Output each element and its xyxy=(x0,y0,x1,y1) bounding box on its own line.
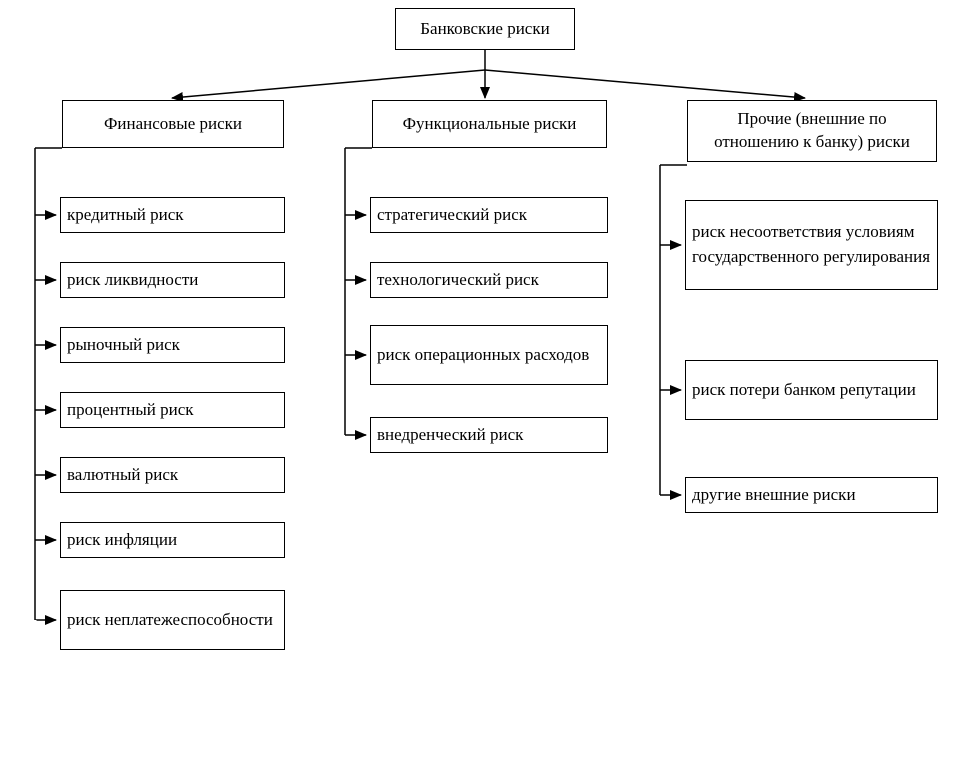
col3-item-label: риск несоответствия условиям государстве… xyxy=(692,220,931,269)
col2-header-label: Функциональные риски xyxy=(403,113,577,136)
col1-item-label: кредитный риск xyxy=(67,203,184,228)
root-node: Банковские риски xyxy=(395,8,575,50)
col2-item: внедренческий риск xyxy=(370,417,608,453)
col2-item: технологический риск xyxy=(370,262,608,298)
col1-item-label: риск ликвидности xyxy=(67,268,198,293)
col1-item: процентный риск xyxy=(60,392,285,428)
col2-item-label: стратегический риск xyxy=(377,203,527,228)
col3-item: другие внешние риски xyxy=(685,477,938,513)
col1-item-label: риск инфляции xyxy=(67,528,177,553)
col2-header: Функциональные риски xyxy=(372,100,607,148)
col1-item: риск неплатежеспособности xyxy=(60,590,285,650)
col3-item-label: риск потери банком репутации xyxy=(692,378,916,403)
col1-item-label: валютный риск xyxy=(67,463,178,488)
col1-item: валютный риск xyxy=(60,457,285,493)
col3-item: риск несоответствия условиям государстве… xyxy=(685,200,938,290)
col1-item-label: рыночный риск xyxy=(67,333,180,358)
col2-item: риск операционных расходов xyxy=(370,325,608,385)
col3-item: риск потери банком репутации xyxy=(685,360,938,420)
col1-header: Финансовые риски xyxy=(62,100,284,148)
col3-header: Прочие (внешние по отношению к банку) ри… xyxy=(687,100,937,162)
col3-header-label: Прочие (внешние по отношению к банку) ри… xyxy=(694,108,930,154)
col2-item: стратегический риск xyxy=(370,197,608,233)
col2-item-label: риск операционных расходов xyxy=(377,343,589,368)
root-title: Банковские риски xyxy=(420,18,549,41)
col1-item-label: процентный риск xyxy=(67,398,194,423)
col2-item-label: внедренческий риск xyxy=(377,423,523,448)
col3-item-label: другие внешние риски xyxy=(692,483,856,508)
col1-item: риск ликвидности xyxy=(60,262,285,298)
diagram-canvas: Банковские риски Финансовые риски кредит… xyxy=(0,0,970,761)
col1-item: рыночный риск xyxy=(60,327,285,363)
col1-item: риск инфляции xyxy=(60,522,285,558)
col1-header-label: Финансовые риски xyxy=(104,113,242,136)
col1-item: кредитный риск xyxy=(60,197,285,233)
col2-item-label: технологический риск xyxy=(377,268,539,293)
col1-item-label: риск неплатежеспособности xyxy=(67,608,273,633)
